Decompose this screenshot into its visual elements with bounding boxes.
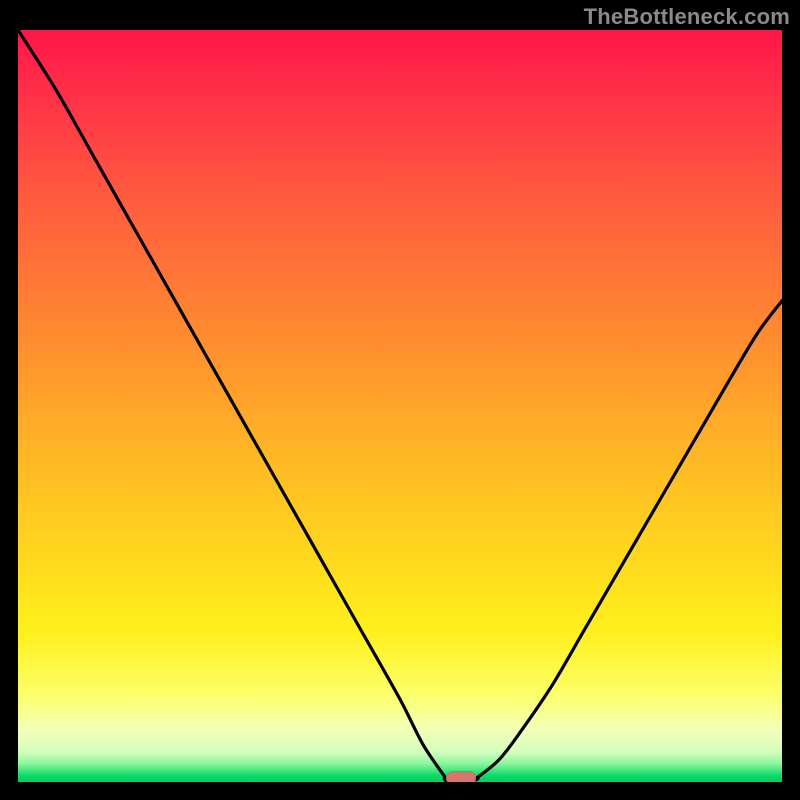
- optimal-marker: [446, 771, 476, 782]
- chart-container: TheBottleneck.com: [0, 0, 800, 800]
- bottleneck-curve: [18, 30, 782, 782]
- plot-area: [18, 30, 782, 782]
- attribution-label: TheBottleneck.com: [584, 4, 790, 30]
